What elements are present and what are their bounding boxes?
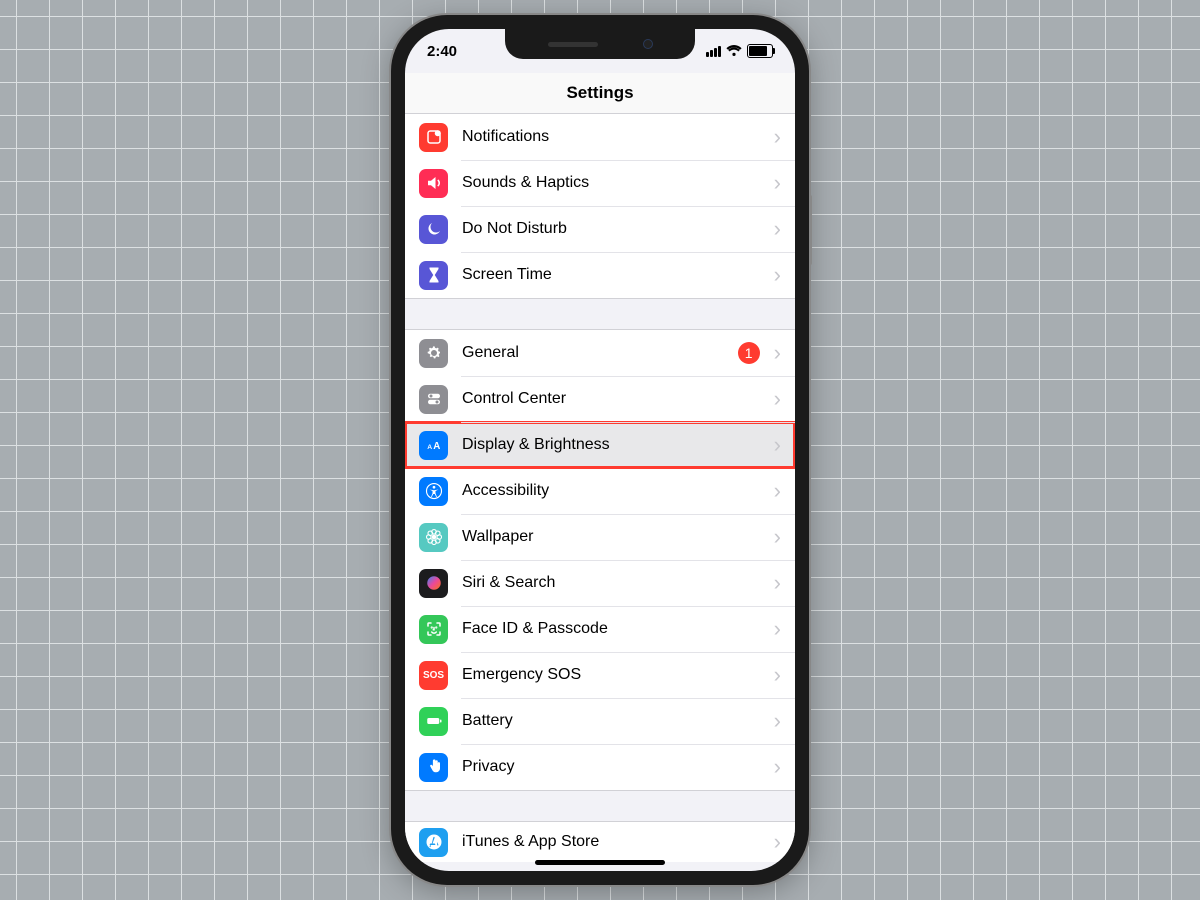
group-separator [405, 790, 795, 822]
chevron-right-icon: › [774, 710, 781, 732]
settings-row-itunes-app-store[interactable]: iTunes & App Store › [405, 822, 795, 862]
sounds-icon [419, 169, 448, 198]
row-label: Sounds & Haptics [462, 174, 760, 192]
accessibility-icon [419, 477, 448, 506]
hand-icon [419, 753, 448, 782]
switches-icon [419, 385, 448, 414]
settings-row-siri-search[interactable]: Siri & Search › [405, 560, 795, 606]
row-label: Emergency SOS [462, 666, 760, 684]
flower-icon [419, 523, 448, 552]
notch [505, 29, 695, 59]
settings-row-general[interactable]: General 1 › [405, 330, 795, 376]
speaker-grille [548, 42, 598, 47]
row-label: Display & Brightness [462, 436, 760, 454]
chevron-right-icon: › [774, 572, 781, 594]
row-label: Siri & Search [462, 574, 760, 592]
chevron-right-icon: › [774, 664, 781, 686]
moon-icon [419, 215, 448, 244]
group-separator [405, 298, 795, 330]
chevron-right-icon: › [774, 388, 781, 410]
chevron-right-icon: › [774, 526, 781, 548]
page-background: 2:40 Settings Notifications›Sounds & Hap… [0, 0, 1200, 900]
settings-row-screen-time[interactable]: Screen Time › [405, 252, 795, 298]
row-label: Wallpaper [462, 528, 760, 546]
settings-row-wallpaper[interactable]: Wallpaper › [405, 514, 795, 560]
settings-row-battery[interactable]: Battery › [405, 698, 795, 744]
chevron-right-icon: › [774, 172, 781, 194]
nav-header: Settings [405, 73, 795, 114]
chevron-right-icon: › [774, 756, 781, 778]
settings-group-1: Notifications›Sounds & Haptics›Do Not Di… [405, 114, 795, 298]
page-title: Settings [566, 83, 633, 103]
settings-group-2: General 1 › Control Center › AA Display & Brig… [405, 330, 795, 790]
phone-frame: 2:40 Settings Notifications›Sounds & Hap… [391, 15, 809, 885]
row-label: iTunes & App Store [462, 833, 760, 851]
chevron-right-icon: › [774, 218, 781, 240]
notification-badge: 1 [738, 342, 760, 364]
settings-row-sounds-haptics[interactable]: Sounds & Haptics › [405, 160, 795, 206]
text-size-icon: AA [419, 431, 448, 460]
battery-icon [747, 44, 773, 58]
settings-row-do-not-disturb[interactable]: Do Not Disturb › [405, 206, 795, 252]
settings-row-display-brightness[interactable]: AA Display & Brightness › [405, 422, 795, 468]
row-label: Control Center [462, 390, 760, 408]
chevron-right-icon: › [774, 480, 781, 502]
status-time: 2:40 [427, 43, 457, 60]
row-label: Face ID & Passcode [462, 620, 760, 638]
chevron-right-icon: › [774, 126, 781, 148]
phone-screen: 2:40 Settings Notifications›Sounds & Hap… [405, 29, 795, 871]
row-label: Accessibility [462, 482, 760, 500]
svg-text:A: A [427, 444, 432, 451]
settings-group-3: iTunes & App Store › [405, 822, 795, 862]
front-camera [643, 39, 653, 49]
home-indicator[interactable] [535, 860, 665, 865]
row-label: Battery [462, 712, 760, 730]
row-label: Screen Time [462, 266, 760, 284]
settings-row-control-center[interactable]: Control Center › [405, 376, 795, 422]
faceid-icon [419, 615, 448, 644]
cellular-icon [706, 46, 721, 57]
chevron-right-icon: › [774, 618, 781, 640]
row-label: General [462, 344, 724, 362]
gear-icon [419, 339, 448, 368]
battery-icon [419, 707, 448, 736]
settings-row-privacy[interactable]: Privacy › [405, 744, 795, 790]
chevron-right-icon: › [774, 264, 781, 286]
chevron-right-icon: › [774, 831, 781, 853]
siri-icon [419, 569, 448, 598]
appstore-icon [419, 828, 448, 857]
svg-text:A: A [433, 441, 440, 452]
chevron-right-icon: › [774, 434, 781, 456]
status-right [706, 43, 773, 60]
row-label: Notifications [462, 128, 760, 146]
row-label: Do Not Disturb [462, 220, 760, 238]
settings-row-accessibility[interactable]: Accessibility › [405, 468, 795, 514]
hourglass-icon [419, 261, 448, 290]
wifi-icon [726, 43, 742, 60]
settings-row-face-id-passcode[interactable]: Face ID & Passcode › [405, 606, 795, 652]
settings-row-notifications[interactable]: Notifications › [405, 114, 795, 160]
chevron-right-icon: › [774, 342, 781, 364]
notifications-icon [419, 123, 448, 152]
settings-row-emergency-sos[interactable]: SOS Emergency SOS › [405, 652, 795, 698]
sos-icon: SOS [419, 661, 448, 690]
row-label: Privacy [462, 758, 760, 776]
